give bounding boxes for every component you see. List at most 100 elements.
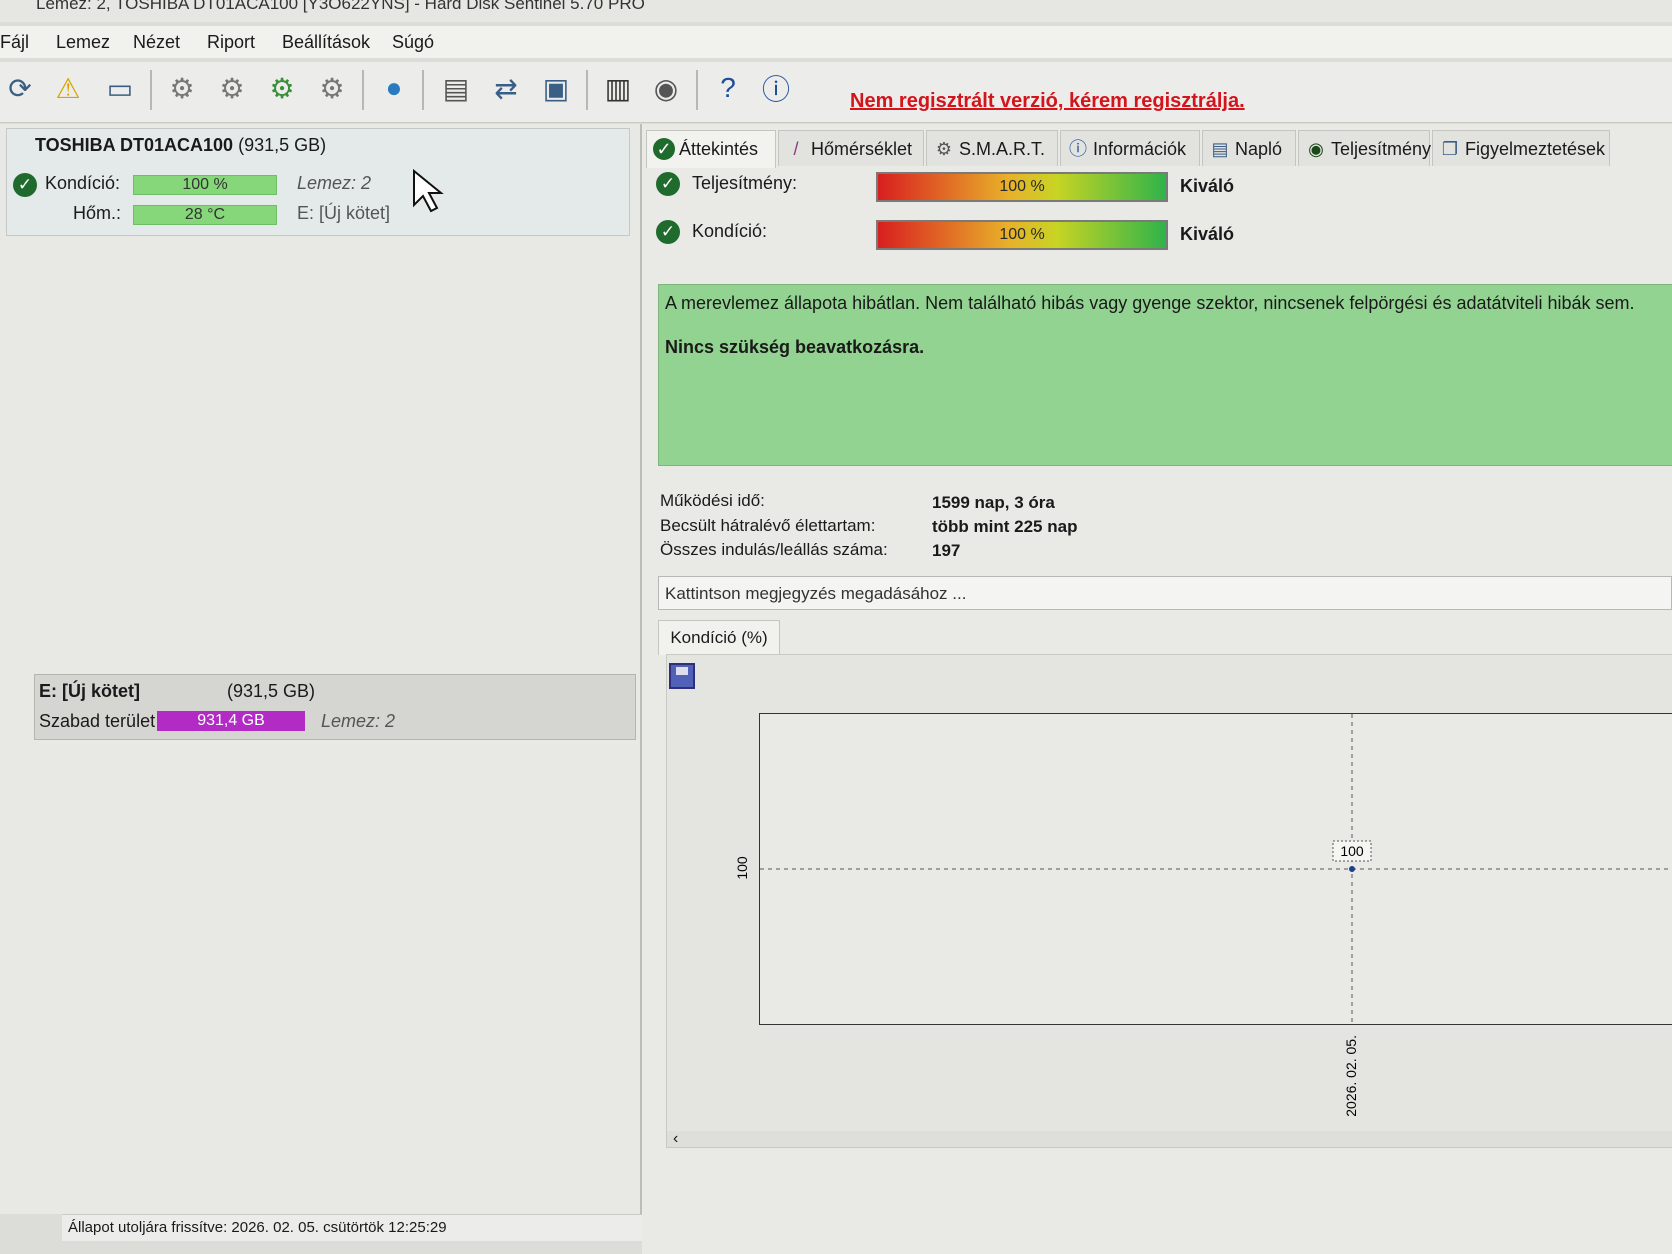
disk-info-icon[interactable]: ▭ bbox=[100, 68, 140, 108]
test-icon-2[interactable]: ⚙ bbox=[212, 68, 252, 108]
disk-model: TOSHIBA DT01ACA100 bbox=[35, 135, 234, 155]
tab-information[interactable]: ⓘ Információk bbox=[1060, 130, 1200, 166]
performance-bar: 100 % bbox=[876, 172, 1168, 202]
disk-title: TOSHIBA DT01ACA100 (931,5 GB) bbox=[35, 135, 326, 156]
chart-area: 100 100 2026. 02. 05. ‹ bbox=[666, 654, 1672, 1148]
tab-label: Teljesítmény bbox=[1331, 139, 1432, 159]
health-message-box: A merevlemez állapota hibátlan. Nem talá… bbox=[658, 284, 1672, 466]
web-icon[interactable]: ● bbox=[374, 68, 414, 108]
toolbar-separator bbox=[586, 70, 588, 110]
tab-alerts[interactable]: ❐ Figyelmeztetések bbox=[1432, 130, 1610, 166]
chart-svg: 100 bbox=[760, 714, 1672, 1024]
scroll-left-icon[interactable]: ‹ bbox=[673, 1131, 678, 1147]
chart-scrollbar[interactable]: ‹ bbox=[667, 1131, 1672, 1147]
thermometer-icon: / bbox=[793, 139, 799, 159]
tab-label: Információk bbox=[1093, 139, 1187, 159]
menu-settings[interactable]: Beállítások bbox=[282, 32, 370, 53]
chart-point-label: 100 bbox=[1340, 843, 1364, 859]
menu-help[interactable]: Súgó bbox=[392, 32, 434, 53]
register-link[interactable]: Nem regisztrált verzió, kérem regisztrál… bbox=[850, 90, 1245, 113]
report-icon[interactable]: ▤ bbox=[436, 68, 476, 108]
performance-icon: ◉ bbox=[1308, 139, 1324, 159]
menu-view[interactable]: Nézet bbox=[133, 32, 180, 53]
window-title: Lemez: 2, TOSHIBA DT01ACA100 [Y3O622YNS]… bbox=[36, 0, 645, 13]
chart-y-tick: 100 bbox=[734, 856, 750, 880]
condition-bar: 100 % bbox=[133, 175, 277, 195]
condition-rating: Kiváló bbox=[1180, 224, 1235, 244]
disk-summary[interactable]: TOSHIBA DT01ACA100 (931,5 GB) ✓ Kondíció… bbox=[6, 128, 630, 236]
right-pane: ✓ Áttekintés / Hőmérséklet ⚙ S.M.A.R.T. … bbox=[642, 124, 1672, 1254]
tab-log[interactable]: ▤ Napló bbox=[1202, 130, 1296, 166]
lifetime-label: Becsült hátralévő élettartam: bbox=[660, 516, 876, 535]
tab-label: Figyelmeztetések bbox=[1465, 139, 1606, 159]
menu-file[interactable]: Fájl bbox=[0, 32, 29, 53]
performance-label: Teljesítmény: bbox=[692, 173, 798, 193]
performance-rating: Kiváló bbox=[1180, 176, 1235, 196]
volume-disk-number: Lemez: 2 bbox=[321, 711, 396, 731]
uptime-label: Működési idő: bbox=[660, 491, 765, 510]
note-input[interactable]: Kattintson megjegyzés megadásához ... bbox=[658, 576, 1672, 610]
uptime-value: 1599 nap, 3 óra bbox=[932, 493, 1055, 512]
free-space-bar: 931,4 GB bbox=[157, 711, 305, 731]
chart-x-tick: 2026. 02. 05. bbox=[1343, 1035, 1359, 1117]
sync-icon[interactable]: ⇄ bbox=[486, 68, 526, 108]
startstop-value: 197 bbox=[932, 541, 961, 560]
volume-size: (931,5 GB) bbox=[227, 681, 316, 701]
menu-disk[interactable]: Lemez bbox=[56, 32, 110, 53]
toolbar-separator bbox=[150, 70, 152, 110]
network-icon[interactable]: ▣ bbox=[536, 68, 576, 108]
condition-bar: 100 % bbox=[876, 220, 1168, 250]
test-icon-3[interactable]: ⚙ bbox=[262, 68, 302, 108]
status-bar: Állapot utoljára frissítve: 2026. 02. 05… bbox=[62, 1214, 648, 1241]
toolbar-separator bbox=[362, 70, 364, 110]
tab-overview[interactable]: ✓ Áttekintés bbox=[646, 130, 776, 168]
disk-number: Lemez: 2 bbox=[297, 173, 372, 193]
title-bar: Lemez: 2, TOSHIBA DT01ACA100 [Y3O622YNS]… bbox=[0, 0, 1672, 22]
startstop-label: Összes indulás/leállás száma: bbox=[660, 540, 888, 559]
condition-label: Kondíció: bbox=[45, 173, 121, 193]
toolbar-separator bbox=[696, 70, 698, 110]
lifetime-value: több mint 225 nap bbox=[932, 517, 1078, 536]
monitor-icon[interactable]: ▥ bbox=[598, 68, 638, 108]
check-icon: ✓ bbox=[656, 172, 680, 196]
tab-temperature[interactable]: / Hőmérséklet bbox=[778, 130, 924, 166]
volume-summary[interactable]: E: [Új kötet] (931,5 GB) Szabad terület … bbox=[34, 674, 636, 740]
info-icon[interactable]: ⓘ bbox=[756, 68, 796, 108]
tab-label: S.M.A.R.T. bbox=[959, 139, 1046, 159]
tab-smart[interactable]: ⚙ S.M.A.R.T. bbox=[926, 130, 1058, 166]
tab-bar: ✓ Áttekintés / Hőmérséklet ⚙ S.M.A.R.T. … bbox=[642, 130, 1672, 168]
temp-bar: 28 °C bbox=[133, 205, 277, 225]
help-icon[interactable]: ? bbox=[708, 68, 748, 108]
speaker-icon[interactable]: ◉ bbox=[646, 68, 686, 108]
check-icon: ✓ bbox=[653, 138, 675, 160]
mouse-cursor-icon bbox=[413, 169, 444, 213]
menu-report[interactable]: Riport bbox=[207, 32, 255, 53]
temp-label: Hőm.: bbox=[73, 203, 122, 223]
condition-chart: 100 bbox=[759, 713, 1672, 1025]
free-space-label: Szabad terület bbox=[39, 711, 156, 731]
health-message: A merevlemez állapota hibátlan. Nem talá… bbox=[665, 293, 1635, 313]
left-pane: TOSHIBA DT01ACA100 (931,5 GB) ✓ Kondíció… bbox=[0, 124, 642, 1214]
info-icon: ⓘ bbox=[1069, 139, 1087, 159]
toolbar: ⟳ ⚠ ▭ ⚙ ⚙ ⚙ ⚙ ● ▤ ⇄ ▣ ▥ ◉ ? ⓘ Nem regisz… bbox=[0, 62, 1672, 123]
volume-name: E: [Új kötet] bbox=[39, 681, 140, 701]
menu-bar: Fájl Lemez Nézet Riport Beállítások Súgó bbox=[0, 26, 1672, 58]
tab-label: Napló bbox=[1235, 139, 1283, 159]
alerts-icon: ❐ bbox=[1441, 139, 1459, 159]
test-icon-4[interactable]: ⚙ bbox=[312, 68, 352, 108]
condition-label: Kondíció: bbox=[692, 221, 768, 241]
log-icon: ▤ bbox=[1211, 139, 1229, 159]
check-icon: ✓ bbox=[656, 220, 680, 244]
tab-label: Áttekintés bbox=[679, 139, 759, 159]
tab-performance[interactable]: ◉ Teljesítmény bbox=[1298, 130, 1432, 166]
toolbar-separator bbox=[422, 70, 424, 110]
refresh-icon[interactable]: ⟳ bbox=[0, 68, 40, 108]
chart-data-point bbox=[1349, 866, 1355, 872]
check-icon: ✓ bbox=[13, 173, 37, 197]
save-icon[interactable] bbox=[669, 663, 695, 689]
test-icon-1[interactable]: ⚙ bbox=[162, 68, 202, 108]
smart-icon: ⚙ bbox=[935, 139, 953, 159]
warning-disk-icon[interactable]: ⚠ bbox=[48, 68, 88, 108]
action-message: Nincs szükség beavatkozásra. bbox=[665, 337, 925, 357]
chart-tab-condition[interactable]: Kondíció (%) bbox=[658, 620, 780, 655]
